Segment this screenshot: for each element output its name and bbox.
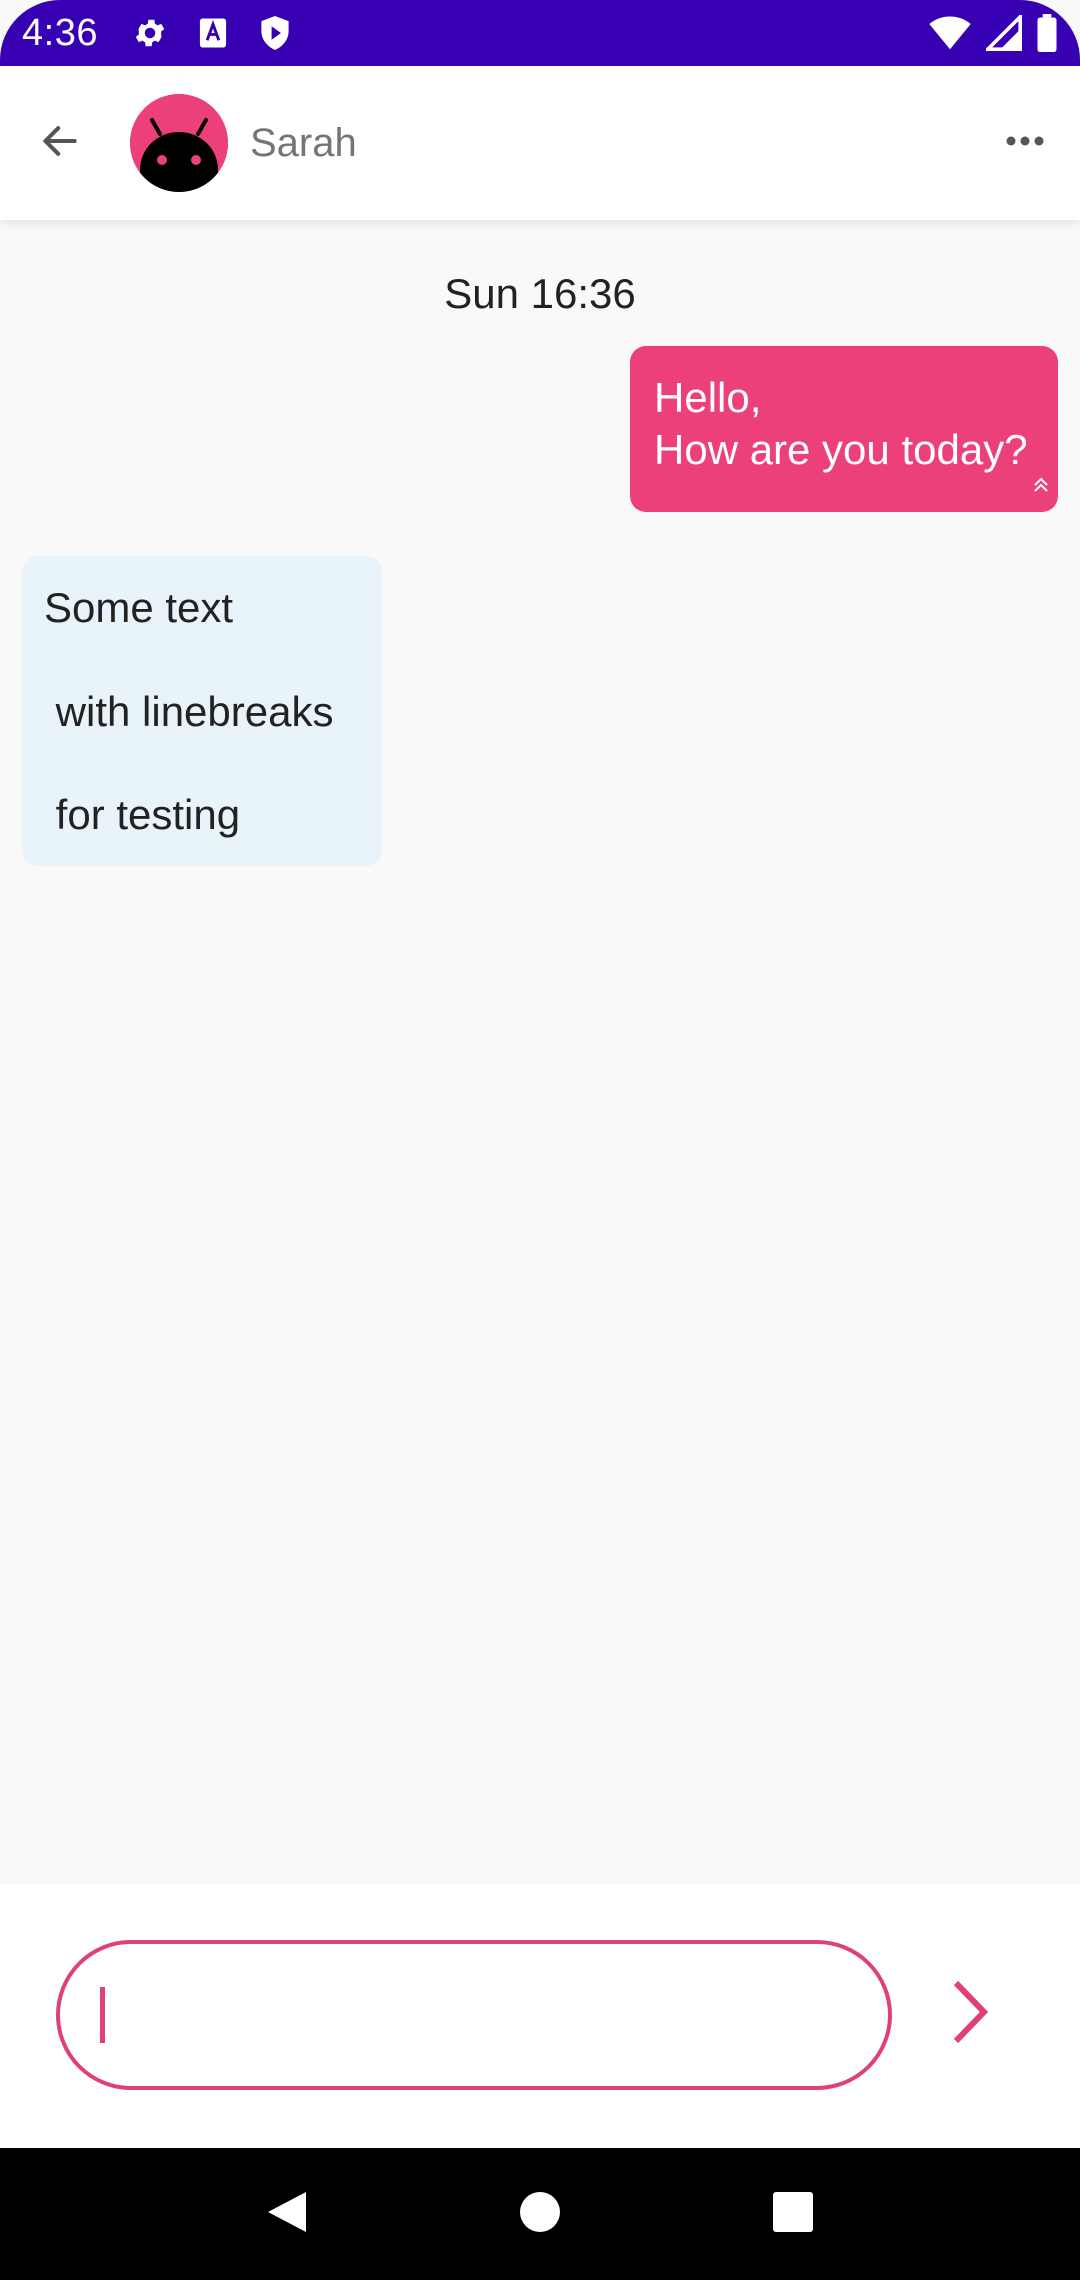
status-left-icons	[132, 14, 292, 52]
outgoing-message-line: How are you today?	[654, 426, 1028, 473]
incoming-message-line: Some text	[44, 584, 234, 631]
chat-screen: 4:36 Sarah Sun 16:36 Hello, How are you …	[0, 0, 1080, 2280]
app-bar: Sarah	[0, 66, 1080, 220]
nav-home-button[interactable]	[495, 2169, 585, 2259]
incoming-message-bubble[interactable]: Some text with linebreaks for testing	[22, 556, 382, 866]
avatar[interactable]	[130, 94, 228, 192]
message-list[interactable]: Sun 16:36 Hello, How are you today? Some…	[0, 220, 1080, 1884]
message-timestamp: Sun 16:36	[444, 270, 636, 317]
status-time: 4:36	[22, 11, 98, 54]
contact-name[interactable]: Sarah	[250, 121, 357, 166]
chevron-right-icon	[948, 1977, 992, 2052]
incoming-message-line: with linebreaks	[44, 688, 334, 735]
outgoing-message-line: Hello,	[654, 374, 762, 421]
home-circle-icon	[519, 2191, 561, 2238]
android-robot-icon	[130, 94, 228, 192]
shield-play-icon	[258, 14, 292, 52]
text-cursor	[100, 1987, 105, 2043]
status-bar: 4:36	[0, 0, 1080, 66]
nav-back-button[interactable]	[242, 2169, 332, 2259]
back-triangle-icon	[264, 2188, 310, 2241]
wifi-icon	[928, 15, 972, 51]
composer	[0, 1884, 1080, 2148]
more-horizontal-icon	[1005, 134, 1045, 152]
back-arrow-icon	[38, 119, 82, 168]
nav-recents-button[interactable]	[748, 2169, 838, 2259]
more-options-button[interactable]	[970, 66, 1080, 220]
message-input[interactable]	[56, 1940, 892, 2090]
seen-double-chevron-icon	[1032, 454, 1050, 506]
status-right-icons	[928, 14, 1058, 52]
signal-icon	[986, 15, 1022, 51]
settings-icon	[132, 15, 168, 51]
back-button[interactable]	[0, 66, 120, 220]
incoming-message-line: for testing	[44, 791, 241, 838]
system-nav-bar	[0, 2148, 1080, 2280]
outgoing-message-bubble[interactable]: Hello, How are you today?	[630, 346, 1058, 512]
send-button[interactable]	[920, 1964, 1020, 2064]
text-a-icon	[198, 17, 228, 49]
recents-square-icon	[772, 2191, 814, 2238]
battery-icon	[1036, 14, 1058, 52]
